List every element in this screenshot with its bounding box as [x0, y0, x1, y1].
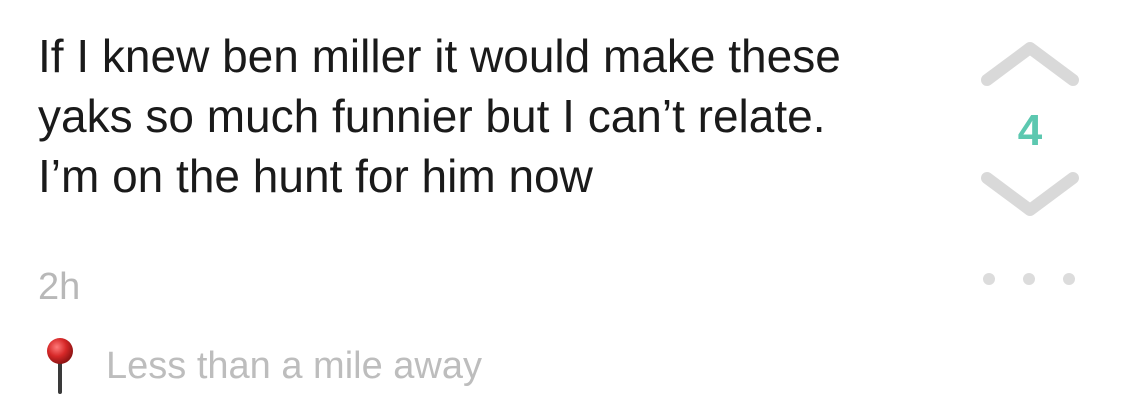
post-line: yaks so much funnier but I can’t relate.	[38, 90, 826, 142]
vote-controls: 4	[975, 30, 1085, 230]
location-label: Less than a mile away	[106, 345, 482, 387]
upvote-button[interactable]	[975, 38, 1085, 88]
chevron-up-icon	[981, 42, 1079, 86]
post-line: If I knew ben miller it would make these	[38, 30, 841, 82]
more-dots-icon	[1023, 273, 1035, 285]
more-dots-icon	[1063, 273, 1075, 285]
more-dots-icon	[983, 273, 995, 285]
post-line: I’m on the hunt for him now	[38, 150, 593, 202]
more-options-button[interactable]	[983, 264, 1075, 294]
post-location: Less than a mile away	[40, 336, 482, 396]
chevron-down-icon	[981, 172, 1079, 216]
post-body: If I knew ben miller it would make these…	[38, 26, 958, 206]
pushpin-icon	[47, 338, 73, 394]
post-timestamp: 2h	[38, 266, 81, 308]
downvote-button[interactable]	[975, 170, 1085, 220]
vote-count: 4	[1017, 106, 1043, 155]
